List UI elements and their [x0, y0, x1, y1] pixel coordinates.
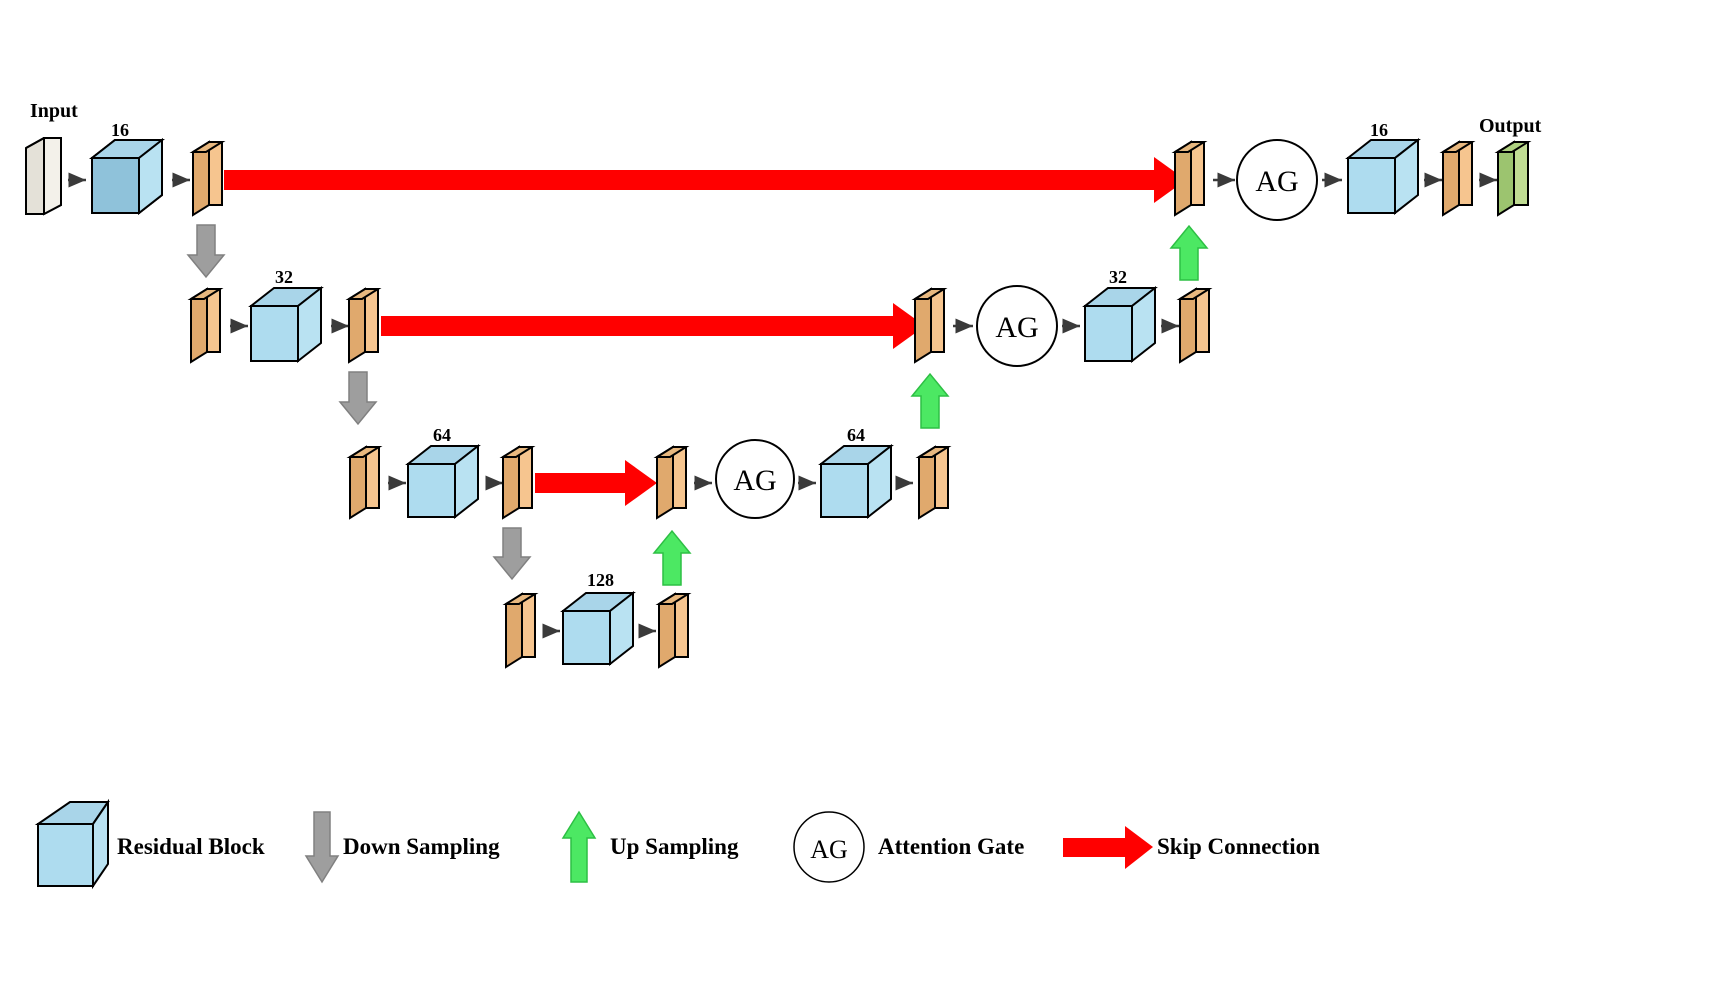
- down-sampling-arrow-3: [492, 527, 532, 581]
- conv-slab-encoder-3: [346, 445, 383, 520]
- up-sampling-arrow-3: [652, 529, 692, 586]
- residual-block-encoder-64: [405, 443, 481, 520]
- ag-label-3: AG: [733, 464, 776, 497]
- conv-slab-decoder-2b: [1176, 287, 1213, 364]
- legend-label-up-sampling: Up Sampling: [610, 834, 739, 859]
- conv-slab-bottleneck-in: [502, 592, 539, 669]
- residual-block-bottleneck-128: [560, 590, 636, 667]
- attention-gate-level-2: AG: [976, 285, 1058, 367]
- legend-label-skip-connection: Skip Connection: [1157, 834, 1320, 859]
- conv-slab-decoder-2: [911, 287, 948, 364]
- conv-slab-bottleneck-out: [655, 592, 692, 669]
- ag-label-1: AG: [1255, 165, 1298, 198]
- down-sampling-arrow-1: [186, 224, 226, 279]
- conv-slab-encoder-2b: [345, 287, 382, 364]
- skip-connection-level-2: [381, 303, 925, 349]
- conv-slab-encoder-3b: [499, 445, 536, 520]
- diagram-canvas: Input Output 16 32 64 128 64 32 16 AG AG…: [0, 0, 1721, 996]
- legend-ag-circle-label: AG: [810, 835, 848, 864]
- skip-connection-level-1: [224, 157, 1186, 203]
- conv-slab-output: [1439, 140, 1476, 217]
- conv-slab-decoder-3b: [915, 445, 952, 520]
- residual-block-decoder-64: [818, 443, 894, 520]
- residual-block-decoder-32: [1082, 285, 1158, 364]
- ag-label-2: AG: [995, 311, 1038, 344]
- residual-block-decoder-16: [1345, 137, 1421, 216]
- legend-label-down-sampling: Down Sampling: [343, 834, 500, 859]
- output-block: [1494, 140, 1532, 217]
- attention-gate-level-3: AG: [715, 439, 795, 519]
- legend-label-attention-gate: Attention Gate: [878, 834, 1025, 859]
- conv-slab-decoder-3: [653, 445, 690, 520]
- conv-slab-decoder-1: [1171, 140, 1208, 217]
- legend-label-residual-block: Residual Block: [117, 834, 265, 859]
- conv-slab-encoder-2: [187, 287, 224, 364]
- legend-icon-down-sampling: [304, 811, 340, 884]
- up-sampling-arrow-1: [1169, 224, 1209, 281]
- attention-gate-level-1: AG: [1236, 139, 1318, 221]
- legend-icon-attention-gate: AG: [793, 811, 865, 883]
- legend-icon-skip-connection: [1063, 826, 1153, 869]
- legend-icon-residual-block: [34, 798, 110, 890]
- down-sampling-arrow-2: [338, 371, 378, 426]
- legend-icon-up-sampling: [561, 810, 597, 883]
- input-block: [25, 137, 62, 216]
- conv-slab-encoder-1: [189, 140, 226, 217]
- residual-block-encoder-32: [248, 285, 324, 364]
- skip-connection-level-3: [535, 460, 657, 506]
- residual-block-encoder-16: [89, 137, 165, 216]
- up-sampling-arrow-2: [910, 372, 950, 429]
